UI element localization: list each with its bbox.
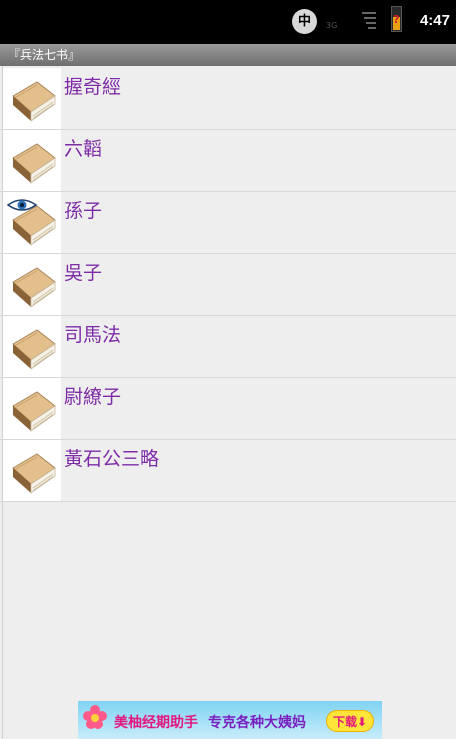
book-title: 孫子	[64, 200, 103, 222]
book-title: 握奇經	[64, 76, 122, 98]
book-title: 司馬法	[64, 324, 122, 346]
book-list-item[interactable]: 六韜	[0, 130, 456, 192]
book-title: 黃石公三略	[64, 448, 160, 470]
flower-icon	[83, 705, 107, 729]
book-icon-container	[3, 68, 61, 129]
book-list-item[interactable]: 吳子	[0, 254, 456, 316]
book-list: 握奇經 六韜 孫子 吳子 司馬法 尉繚子 黃石公三略	[0, 68, 456, 502]
signal-icon	[362, 12, 376, 29]
book-icon	[12, 329, 56, 370]
book-icon-container	[3, 192, 61, 253]
book-icon	[12, 81, 56, 122]
book-icon-container	[3, 378, 61, 439]
ad-subtitle: 专克各种大姨妈	[208, 715, 306, 731]
status-bar: 中 3G ? 4:47	[0, 0, 456, 44]
book-icon	[12, 267, 56, 308]
book-icon-container	[3, 254, 61, 315]
book-list-item[interactable]: 尉繚子	[0, 378, 456, 440]
book-icon	[12, 391, 56, 432]
book-icon-container	[3, 440, 61, 501]
ad-banner[interactable]: 美柚经期助手 专克各种大姨妈 下载⬇	[78, 701, 382, 739]
book-list-item[interactable]: 黃石公三略	[0, 440, 456, 502]
book-list-item[interactable]: 司馬法	[0, 316, 456, 378]
book-icon-container	[3, 316, 61, 377]
book-icon	[12, 453, 56, 494]
book-list-item[interactable]: 握奇經	[0, 68, 456, 130]
page-title: 『兵法七书』	[0, 44, 456, 66]
status-time: 4:47	[419, 12, 450, 29]
ad-title: 美柚经期助手	[114, 715, 198, 731]
book-title: 尉繚子	[64, 386, 122, 408]
book-icon	[12, 143, 56, 184]
book-icon-container	[3, 130, 61, 191]
book-title: 吳子	[64, 262, 103, 284]
battery-warning-icon: ?	[391, 6, 402, 32]
ad-download-label: 下载	[332, 715, 357, 729]
network-type-label: 3G	[326, 21, 338, 30]
download-arrow-icon: ⬇	[356, 715, 368, 729]
eye-icon	[7, 199, 37, 211]
book-list-item[interactable]: 孫子	[0, 192, 456, 254]
book-title: 六韜	[64, 138, 103, 160]
ad-download-button[interactable]: 下载⬇	[326, 710, 374, 732]
ime-icon: 中	[292, 9, 317, 34]
